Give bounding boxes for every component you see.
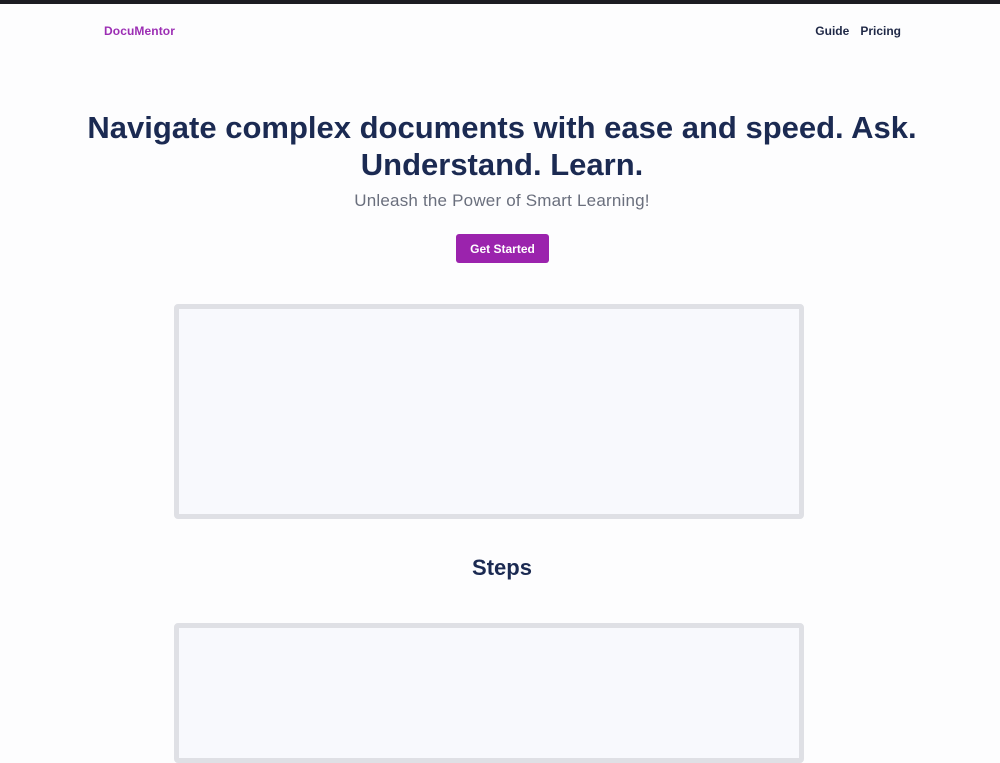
top-navbar: DocuMentor Guide Pricing [104, 24, 901, 40]
top-border-strip [0, 0, 1000, 4]
brand-logo-link[interactable]: DocuMentor [104, 24, 175, 38]
nav-link-pricing[interactable]: Pricing [860, 24, 901, 38]
steps-heading: Steps [472, 555, 532, 580]
steps-media-frame [174, 623, 804, 763]
hero-subtitle: Unleash the Power of Smart Learning! [354, 191, 650, 210]
get-started-button[interactable]: Get Started [456, 234, 549, 263]
nav-link-guide[interactable]: Guide [815, 24, 849, 38]
hero-title: Navigate complex documents with ease and… [87, 110, 917, 182]
nav-links: Guide Pricing [815, 24, 901, 38]
demo-media-frame [174, 304, 804, 519]
